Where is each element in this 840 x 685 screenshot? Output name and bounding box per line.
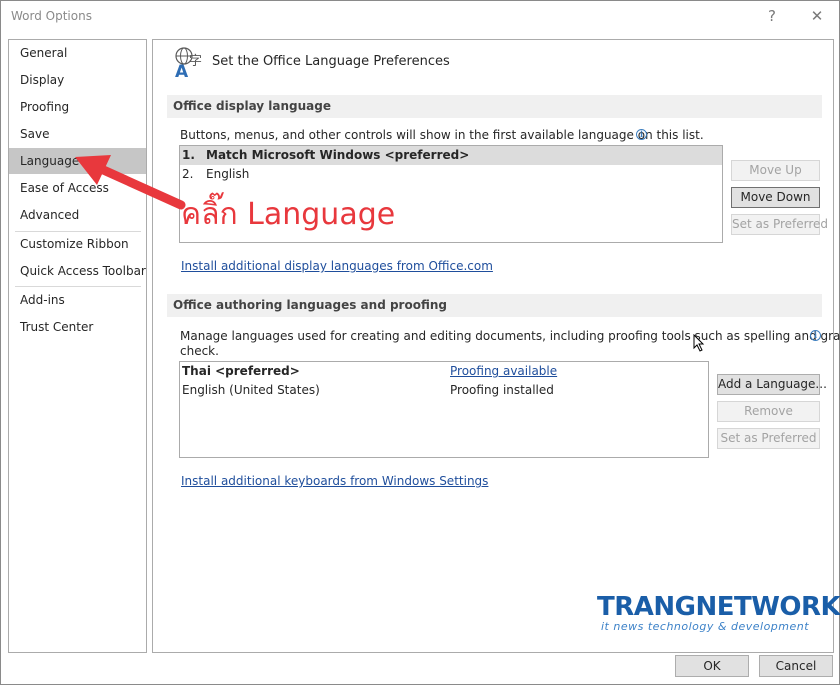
annotation-label: คลิ๊ก Language (181, 197, 396, 232)
language-globe-icon: A 字 (175, 47, 202, 80)
install-keyboards-link[interactable]: Install additional keyboards from Window… (181, 474, 488, 488)
proofing-available-link[interactable]: Proofing available (450, 362, 557, 381)
list-item[interactable]: 1. Match Microsoft Windows <preferred> (180, 146, 722, 165)
sidebar-item-display[interactable]: Display (9, 67, 146, 93)
watermark-brand: TRANGNETWORK (597, 592, 840, 622)
page-title: Set the Office Language Preferences (212, 54, 450, 69)
info-icon[interactable]: i (636, 129, 647, 140)
sidebar-item-trust-center[interactable]: Trust Center (9, 314, 146, 340)
set-authoring-preferred-button[interactable]: Set as Preferred (717, 428, 820, 449)
sidebar-item-customize-ribbon[interactable]: Customize Ribbon (9, 231, 146, 257)
ok-button[interactable]: OK (675, 655, 749, 677)
annotation-arrow-icon (75, 155, 186, 210)
svg-text:字: 字 (189, 54, 202, 69)
svg-text:A: A (175, 62, 189, 80)
display-language-description: Buttons, menus, and other controls will … (180, 128, 704, 142)
sidebar-item-add-ins[interactable]: Add-ins (9, 287, 146, 313)
list-item[interactable]: English (United States) Proofing install… (180, 381, 708, 400)
move-up-button[interactable]: Move Up (731, 160, 820, 181)
sidebar-item-quick-access-toolbar[interactable]: Quick Access Toolbar (9, 258, 146, 284)
list-item-label: English (206, 167, 250, 181)
install-display-languages-link[interactable]: Install additional display languages fro… (181, 259, 493, 273)
authoring-language: Thai <preferred> (182, 364, 300, 378)
word-options-dialog: Word Options ? ✕ General Display Proofin… (0, 0, 840, 685)
set-display-preferred-button[interactable]: Set as Preferred (731, 214, 828, 235)
authoring-description-line2: check. (180, 344, 219, 358)
title-bar: Word Options ? ✕ (1, 1, 839, 31)
help-button[interactable]: ? (761, 5, 783, 27)
list-item[interactable]: Thai <preferred> Proofing available (180, 362, 708, 381)
main-panel: A 字 Set the Office Language Preferences … (152, 39, 840, 653)
sidebar-item-save[interactable]: Save (9, 121, 146, 147)
authoring-description-line1: Manage languages used for creating and e… (180, 329, 840, 343)
watermark-tagline: it news technology & development (601, 620, 810, 633)
remove-language-button[interactable]: Remove (717, 401, 820, 422)
authoring-languages-header: Office authoring languages and proofing (167, 294, 822, 317)
proofing-status: Proofing installed (450, 383, 554, 397)
cancel-button[interactable]: Cancel (759, 655, 833, 677)
display-language-header: Office display language (167, 95, 822, 118)
authoring-language-list[interactable]: Thai <preferred> Proofing available Engl… (179, 361, 709, 458)
sidebar: General Display Proofing Save Language E… (8, 39, 147, 653)
add-language-button[interactable]: Add a Language... (717, 374, 827, 395)
list-item[interactable]: 2. English (180, 165, 722, 184)
window-title: Word Options (11, 9, 92, 23)
mouse-cursor-icon (693, 334, 705, 352)
sidebar-item-general[interactable]: General (9, 40, 146, 66)
close-button[interactable]: ✕ (805, 5, 829, 27)
sidebar-item-proofing[interactable]: Proofing (9, 94, 146, 120)
list-item-label: Match Microsoft Windows <preferred> (206, 148, 470, 162)
move-down-button[interactable]: Move Down (731, 187, 820, 208)
authoring-language: English (United States) (182, 383, 320, 397)
info-icon[interactable]: i (810, 330, 821, 341)
